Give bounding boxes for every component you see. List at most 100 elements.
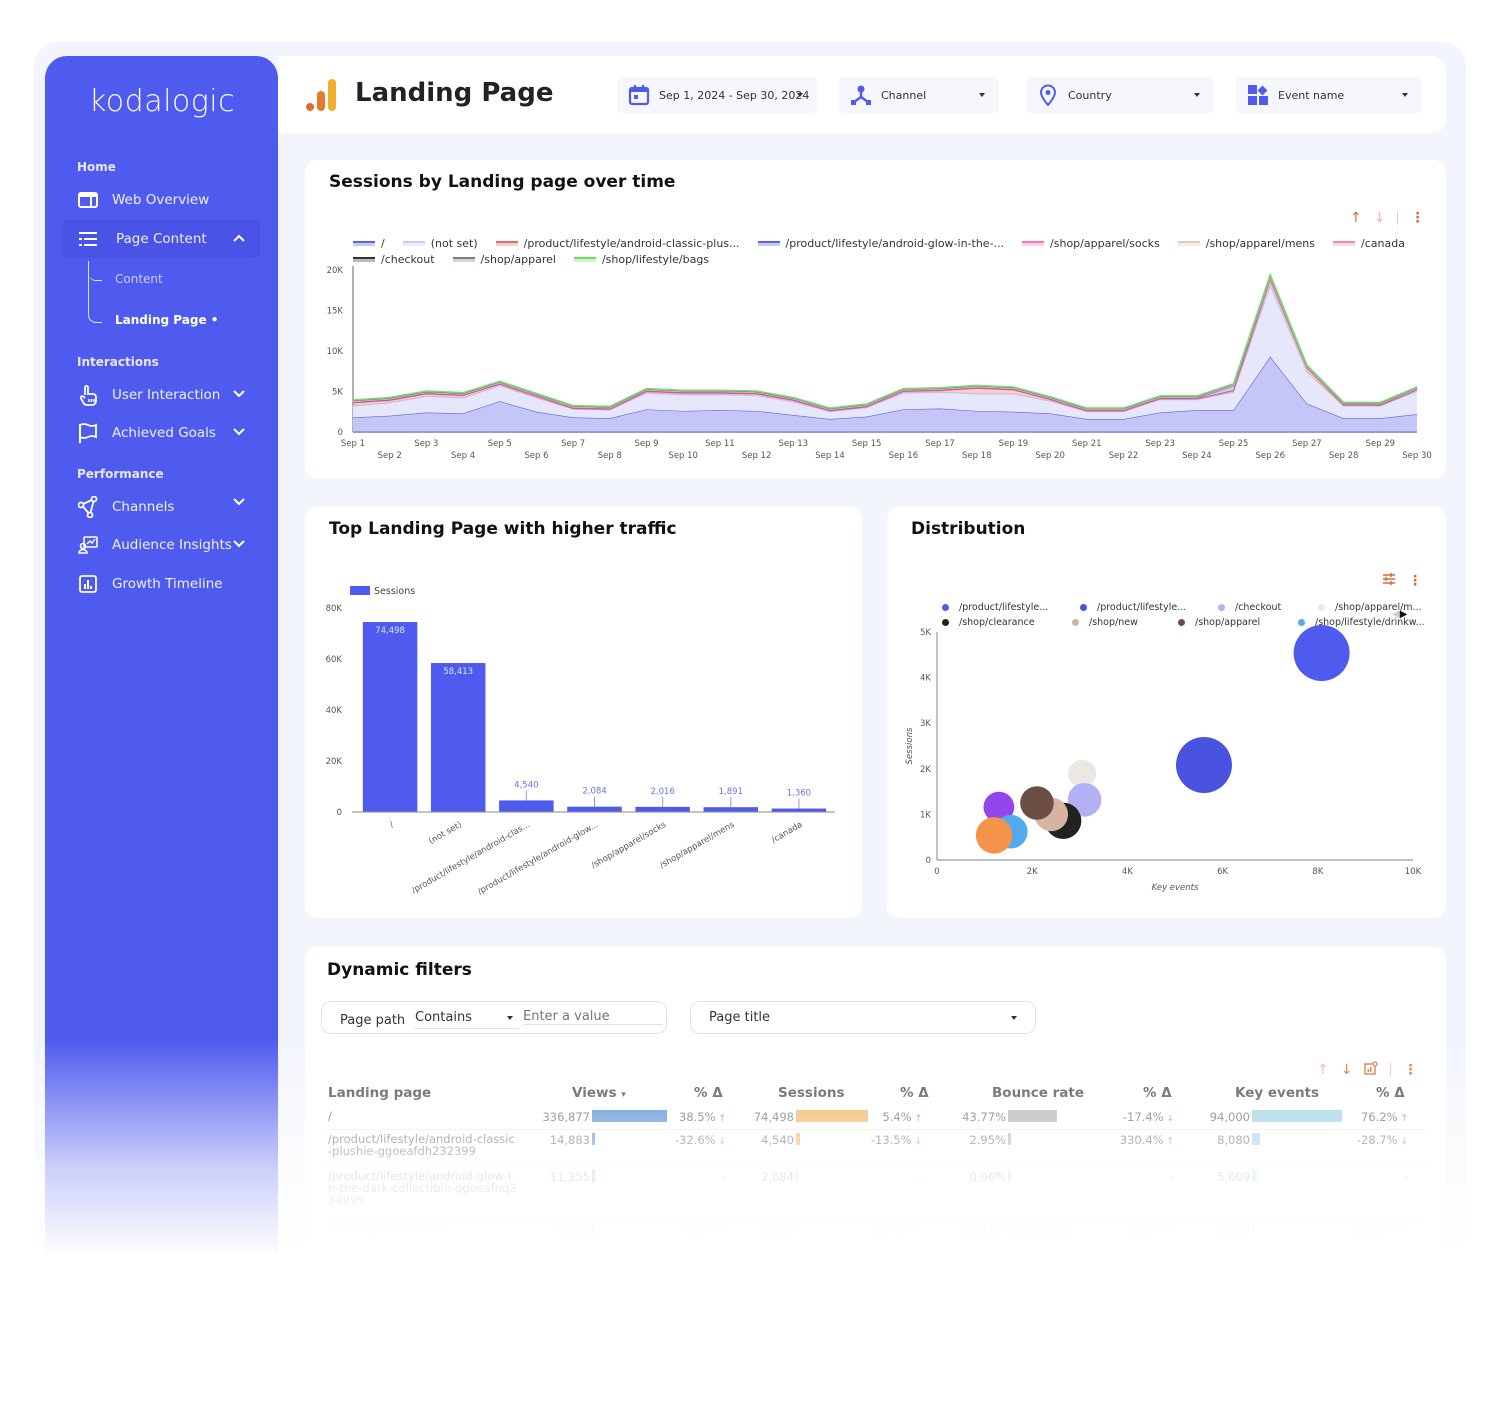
list-icon [78,229,98,249]
x-tick-label: Sep 8 [598,451,622,461]
trend-up-icon: ↑ [1397,1226,1408,1236]
more-options-icon[interactable]: ⋮ [1403,1062,1417,1078]
x-tick-label: Sep 27 [1292,439,1322,449]
column-header-key-events[interactable]: Key events [1235,1085,1319,1101]
date-range-value: Sep 1, 2024 - Sep 30, 2024 [659,88,810,102]
x-tick-label: 8K [1312,867,1323,877]
x-tick-label: Sep 29 [1366,439,1396,449]
views-bar [592,1170,595,1182]
page-path-value-input[interactable] [523,1009,663,1025]
y-tick-label: 0 [338,428,343,438]
key-bar [1252,1222,1255,1234]
table-row[interactable]: /product/lifestyle/android-classic-plush… [326,1130,1426,1167]
y-tick-label: 40K [326,706,343,716]
column-header-bounce-delta[interactable]: % Δ [1143,1085,1172,1101]
hand-pointer-icon [78,385,98,406]
views-delta: -32.6% ↓ [675,1133,726,1147]
bar [635,806,690,812]
x-tick-label: Sep 13 [779,439,809,449]
chevron-down-icon[interactable] [232,425,246,439]
sidebar-item-web-overview[interactable]: Web Overview [62,181,260,219]
x-tick-label: 2K [1027,867,1038,877]
sessions-bar [796,1170,799,1182]
sidebar-item-label: Audience Insights [112,537,232,553]
y-tick-label: 0 [926,856,931,866]
trend-down-icon: ↓ [911,1137,922,1147]
bubble-point [1175,736,1232,793]
bar [362,622,418,812]
trend-up-icon: ↑ [911,1114,922,1124]
table-row[interactable]: /product/lifestyle/android-glow-in-the-d… [326,1167,1426,1219]
x-tick-label: Sep 30 [1402,451,1432,461]
event-name-filter[interactable]: Event name [1236,77,1422,113]
sidebar-item-achieved-goals[interactable]: Achieved Goals [62,414,260,452]
x-tick-label: Sep 19 [999,439,1029,449]
date-range-filter[interactable]: Sep 1, 2024 - Sep 30, 2024 [617,77,817,113]
x-tick-label: 10K [1405,867,1422,877]
column-header-key-events-delta[interactable]: % Δ [1376,1085,1405,1101]
operator-select[interactable]: Contains [415,1010,519,1029]
sort-descending-icon[interactable]: ↓ [1341,1062,1353,1078]
page-header: Landing Page Sep 1, 2024 - Sep 30, 2024 … [278,56,1446,133]
chart-settings-icon[interactable] [1364,1061,1379,1079]
sidebar: kodalogic Home Web Overview Page Content… [45,56,278,1256]
x-tick-label: Sep 16 [889,451,919,461]
sidebar-item-user-interaction[interactable]: User Interaction [62,376,260,414]
chevron-down-icon[interactable] [232,537,246,551]
bounce-delta: 330.4% ↑ [1120,1133,1174,1147]
x-tick-label: Sep 25 [1219,439,1249,449]
column-header-views[interactable]: Views ▾ [572,1085,626,1101]
channel-filter[interactable]: Channel [839,77,999,113]
sidebar-item-label: Growth Timeline [112,576,223,592]
x-tick-label: Sep 23 [1145,439,1175,449]
landing-page-cell: /product/lifestyle/android-glow-in-the-d… [328,1169,517,1207]
delta-value: - [1403,1170,1408,1184]
dropdown-caret-icon [797,93,803,97]
table-row[interactable]: / 336,877 38.5% ↑ 74,498 5.4% ↑ 43.77% -17.4% … [326,1107,1426,1130]
column-header-sessions[interactable]: Sessions [778,1085,845,1101]
y-tick-label: 0 [337,808,342,818]
analytics-logo-icon [306,79,336,111]
sidebar-item-channels[interactable]: Channels [62,488,260,526]
key-bar [1252,1133,1260,1145]
country-filter[interactable]: Country [1026,77,1214,113]
chevron-up-icon[interactable] [232,231,246,245]
distribution-card: Distribution ⋮ /product/lifestyle.../pro… [887,507,1446,918]
x-tick-label: /canada [770,820,804,846]
table-row[interactable]: /shop/apparel/mens 8,518 78.0% ↑ 1,891 59.8%… [326,1219,1426,1239]
page-title-select[interactable]: Page title [690,1001,1036,1034]
section-title: Dynamic filters [327,960,472,980]
views-delta: 78.0% ↑ [679,1222,726,1236]
x-tick-label: (not set) [427,820,463,847]
column-header-sessions-delta[interactable]: % Δ [900,1085,929,1101]
sidebar-item-page-content[interactable]: Page Content [62,220,260,258]
delta-value: 38.5% [679,1110,716,1124]
bounce-value: 53.31% [962,1222,1006,1236]
sidebar-subitem-content[interactable]: Content [115,272,163,286]
x-tick-label: /product/lifestyle/android-glow... [476,820,600,897]
sort-ascending-icon[interactable]: ↑ [1317,1062,1329,1078]
chevron-down-icon[interactable] [232,495,246,509]
x-tick-label: 6K [1217,867,1228,877]
landing-page-cell: / [328,1109,332,1123]
x-tick-label: Sep 18 [962,451,992,461]
bar-value-label: 2,016 [650,787,674,797]
column-header-views-delta[interactable]: % Δ [694,1085,723,1101]
sidebar-subitem-landing-page[interactable]: Landing Page • [115,313,218,327]
sidebar-item-audience-insights[interactable]: Audience Insights [62,526,260,564]
bar-value-label: 58,413 [443,667,473,677]
x-tick-label: Sep 14 [815,451,845,461]
delta-value: 330.4% [1119,1133,1164,1147]
y-tick-label: 60K [326,655,343,665]
delta-value: 22.0% [1127,1222,1164,1236]
column-header-landing-page[interactable]: Landing page [328,1085,431,1101]
bubble-point [1020,786,1054,820]
chevron-down-icon[interactable] [232,387,246,401]
section-label-interactions: Interactions [77,355,159,369]
sessions-value: 74,498 [753,1110,794,1124]
x-tick-label: /shop/apparel/socks [590,820,669,871]
views-bar [592,1222,594,1234]
column-header-bounce-rate[interactable]: Bounce rate [992,1085,1084,1101]
sidebar-item-growth-timeline[interactable]: Growth Timeline [62,565,260,603]
x-tick-label: 0 [934,867,939,877]
